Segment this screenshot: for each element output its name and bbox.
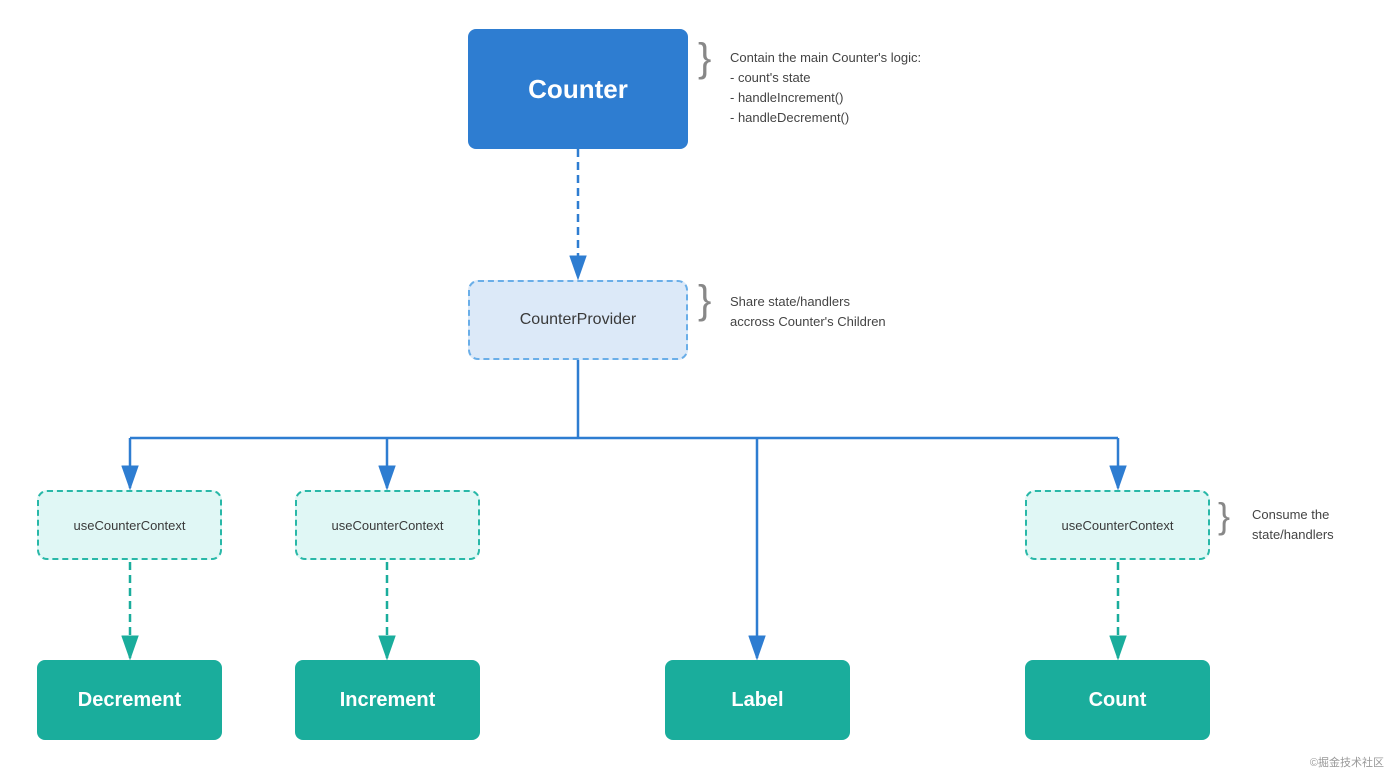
- counter-brace: }: [698, 38, 711, 78]
- counter-label: Counter: [528, 74, 628, 105]
- decrement-box: Decrement: [37, 660, 222, 740]
- provider-annotation: Share state/handlers accross Counter's C…: [730, 292, 886, 332]
- count-box: Count: [1025, 660, 1210, 740]
- provider-label: CounterProvider: [520, 311, 637, 329]
- hook-annotation: Consume the state/handlers: [1252, 505, 1334, 545]
- provider-brace: }: [698, 280, 711, 320]
- provider-box: CounterProvider: [468, 280, 688, 360]
- hook-count-box: useCounterContext: [1025, 490, 1210, 560]
- hook-increment-box: useCounterContext: [295, 490, 480, 560]
- hook-brace: }: [1218, 498, 1230, 534]
- counter-box: Counter: [468, 29, 688, 149]
- counter-annotation: Contain the main Counter's logic: - coun…: [730, 48, 921, 129]
- watermark: ©掘金技术社区: [1310, 754, 1384, 770]
- label-box: Label: [665, 660, 850, 740]
- hook-decrement-box: useCounterContext: [37, 490, 222, 560]
- increment-box: Increment: [295, 660, 480, 740]
- diagram-container: Counter } Contain the main Counter's log…: [0, 0, 1400, 778]
